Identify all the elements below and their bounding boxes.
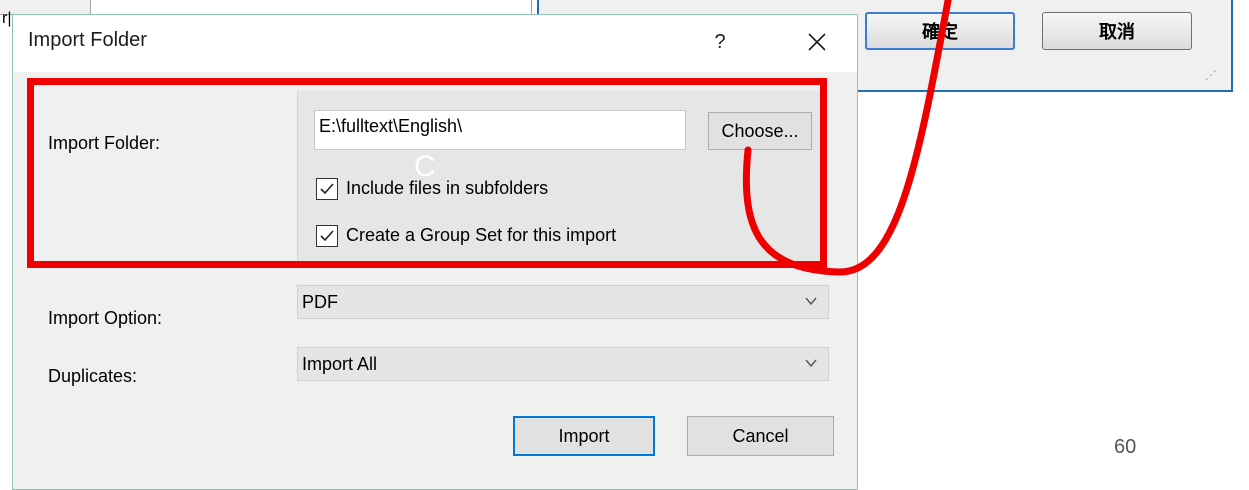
annotation-arrow (742, 0, 952, 276)
